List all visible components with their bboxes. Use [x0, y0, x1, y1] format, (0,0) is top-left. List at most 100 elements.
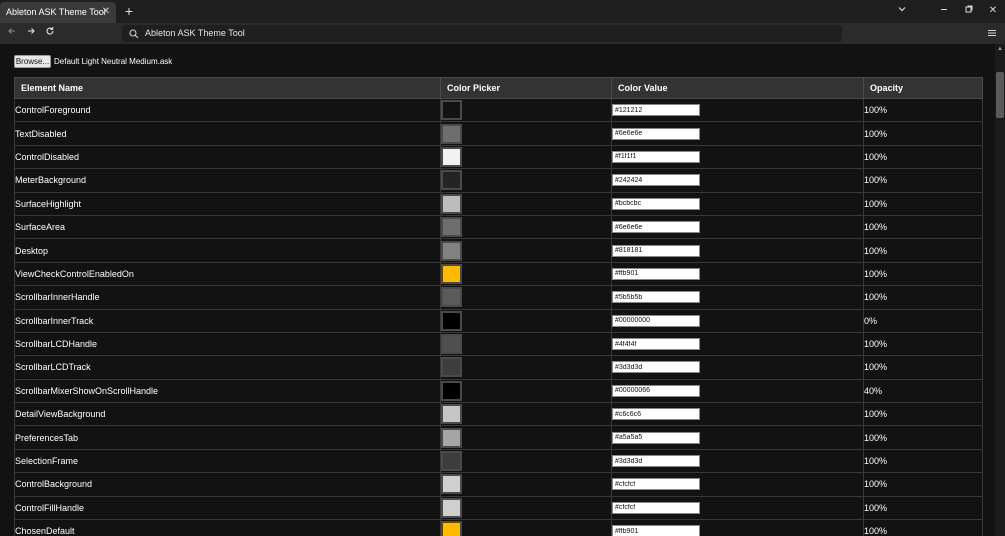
color-swatch-button[interactable] — [441, 123, 462, 144]
color-value-input[interactable] — [612, 221, 700, 234]
color-value-input[interactable] — [612, 361, 700, 374]
page-scrollbar[interactable]: ▲ — [995, 44, 1005, 536]
opacity-value: 100% — [864, 526, 888, 536]
color-swatch-button[interactable] — [441, 287, 462, 308]
color-value-input[interactable] — [612, 525, 700, 536]
color-value-input[interactable] — [612, 127, 700, 140]
browser-tab[interactable]: Ableton ASK Theme Tool ✕ — [0, 2, 116, 23]
table-row: ControlForeground 100% — [14, 97, 983, 123]
color-value-input[interactable] — [612, 150, 700, 163]
color-value-input[interactable] — [612, 455, 700, 468]
color-value-input[interactable] — [612, 174, 700, 187]
element-name: ScrollbarInnerHandle — [15, 292, 100, 303]
color-swatch-button[interactable] — [441, 170, 462, 191]
color-swatch-button[interactable] — [441, 193, 462, 214]
color-swatch-button[interactable] — [441, 357, 462, 378]
color-value-input[interactable] — [612, 338, 700, 351]
color-value-input[interactable] — [612, 104, 700, 117]
tab-list-chevron-icon[interactable] — [895, 4, 909, 18]
opacity-cell: 100% — [863, 448, 983, 474]
color-swatch-button[interactable] — [441, 263, 462, 284]
minimize-icon[interactable] — [937, 4, 951, 18]
color-value-cell — [611, 261, 864, 287]
table-row: SurfaceHighlight 100% — [14, 191, 983, 216]
color-value-input[interactable] — [612, 501, 700, 514]
opacity-cell: 100% — [863, 168, 983, 193]
reload-icon[interactable] — [43, 26, 57, 40]
color-swatch-button[interactable] — [441, 380, 462, 401]
color-value-input[interactable] — [612, 314, 700, 327]
opacity-value: 100% — [864, 409, 888, 420]
color-value-cell — [611, 495, 864, 521]
opacity-cell: 100% — [863, 97, 983, 123]
element-name-cell: ScrollbarLCDTrack — [14, 355, 441, 380]
opacity-value: 0% — [864, 315, 878, 326]
color-value-input[interactable] — [612, 267, 700, 280]
color-swatch-button[interactable] — [441, 521, 462, 536]
element-name: Desktop — [15, 245, 49, 256]
address-bar[interactable]: Ableton ASK Theme Tool — [122, 25, 842, 42]
element-name-cell: ScrollbarLCDHandle — [14, 331, 441, 357]
menu-icon[interactable] — [986, 26, 1000, 40]
opacity-value: 100% — [864, 339, 888, 350]
opacity-value: 100% — [864, 128, 888, 139]
element-name: ControlFillHandle — [15, 502, 85, 513]
restore-icon[interactable] — [962, 4, 976, 18]
color-value-cell — [611, 238, 864, 263]
color-picker-cell — [440, 331, 612, 357]
color-value-cell — [611, 378, 864, 404]
selected-file-name: Default Light Neutral Medium.ask — [54, 57, 173, 66]
close-window-icon[interactable]: ✕ — [986, 4, 1000, 18]
color-picker-cell — [440, 238, 612, 263]
forward-arrow-icon[interactable] — [24, 26, 38, 40]
opacity-cell: 100% — [863, 472, 983, 497]
color-picker-cell — [440, 261, 612, 287]
color-swatch-button[interactable] — [441, 146, 462, 167]
color-swatch-button[interactable] — [441, 334, 462, 355]
element-name: ScrollbarMixerShowOnScrollHandle — [15, 385, 159, 396]
scrollbar-thumb[interactable] — [996, 72, 1004, 118]
element-name-cell: ScrollbarInnerTrack — [14, 308, 441, 333]
search-icon — [128, 27, 140, 39]
opacity-value: 100% — [864, 292, 888, 303]
color-swatch-button[interactable] — [441, 404, 462, 425]
color-swatch-button[interactable] — [441, 474, 462, 495]
color-value-input[interactable] — [612, 384, 700, 397]
color-swatch-button[interactable] — [441, 217, 462, 238]
element-name: SurfaceHighlight — [15, 198, 82, 209]
color-swatch-button[interactable] — [441, 497, 462, 518]
browse-button[interactable]: Browse... — [14, 55, 51, 68]
color-value-cell — [611, 285, 864, 310]
table-row: ScrollbarInnerHandle 100% — [14, 285, 983, 310]
color-value-input[interactable] — [612, 244, 700, 257]
new-tab-icon[interactable]: + — [122, 3, 136, 19]
element-name: ScrollbarLCDHandle — [15, 339, 98, 350]
table-row: DetailViewBackground 100% — [14, 402, 983, 427]
color-value-input[interactable] — [612, 408, 700, 421]
opacity-value: 100% — [864, 479, 888, 490]
scroll-up-arrow-icon[interactable]: ▲ — [995, 44, 1005, 54]
color-picker-cell — [440, 97, 612, 123]
element-name: ScrollbarInnerTrack — [15, 315, 94, 326]
opacity-cell: 100% — [863, 261, 983, 287]
opacity-cell: 100% — [863, 214, 983, 240]
color-value-input[interactable] — [612, 291, 700, 304]
opacity-cell: 100% — [863, 285, 983, 310]
color-value-input[interactable] — [612, 197, 700, 210]
element-name-cell: ChosenDefault — [14, 519, 441, 536]
tab-close-icon[interactable]: ✕ — [100, 6, 112, 18]
navigation-bar: Ableton ASK Theme Tool — [0, 23, 1005, 44]
table-row: SelectionFrame 100% — [14, 448, 983, 474]
opacity-value: 100% — [864, 456, 888, 467]
color-swatch-button[interactable] — [441, 240, 462, 261]
color-swatch-button[interactable] — [441, 451, 462, 472]
opacity-value: 100% — [864, 245, 888, 256]
color-swatch-button[interactable] — [441, 427, 462, 448]
color-value-input[interactable] — [612, 431, 700, 444]
color-value-input[interactable] — [612, 478, 700, 491]
color-swatch-button[interactable] — [441, 100, 462, 121]
color-swatch-button[interactable] — [441, 310, 462, 331]
table-row: PreferencesTab 100% — [14, 425, 983, 450]
back-arrow-icon[interactable] — [5, 26, 19, 40]
element-name: DetailViewBackground — [15, 409, 106, 420]
